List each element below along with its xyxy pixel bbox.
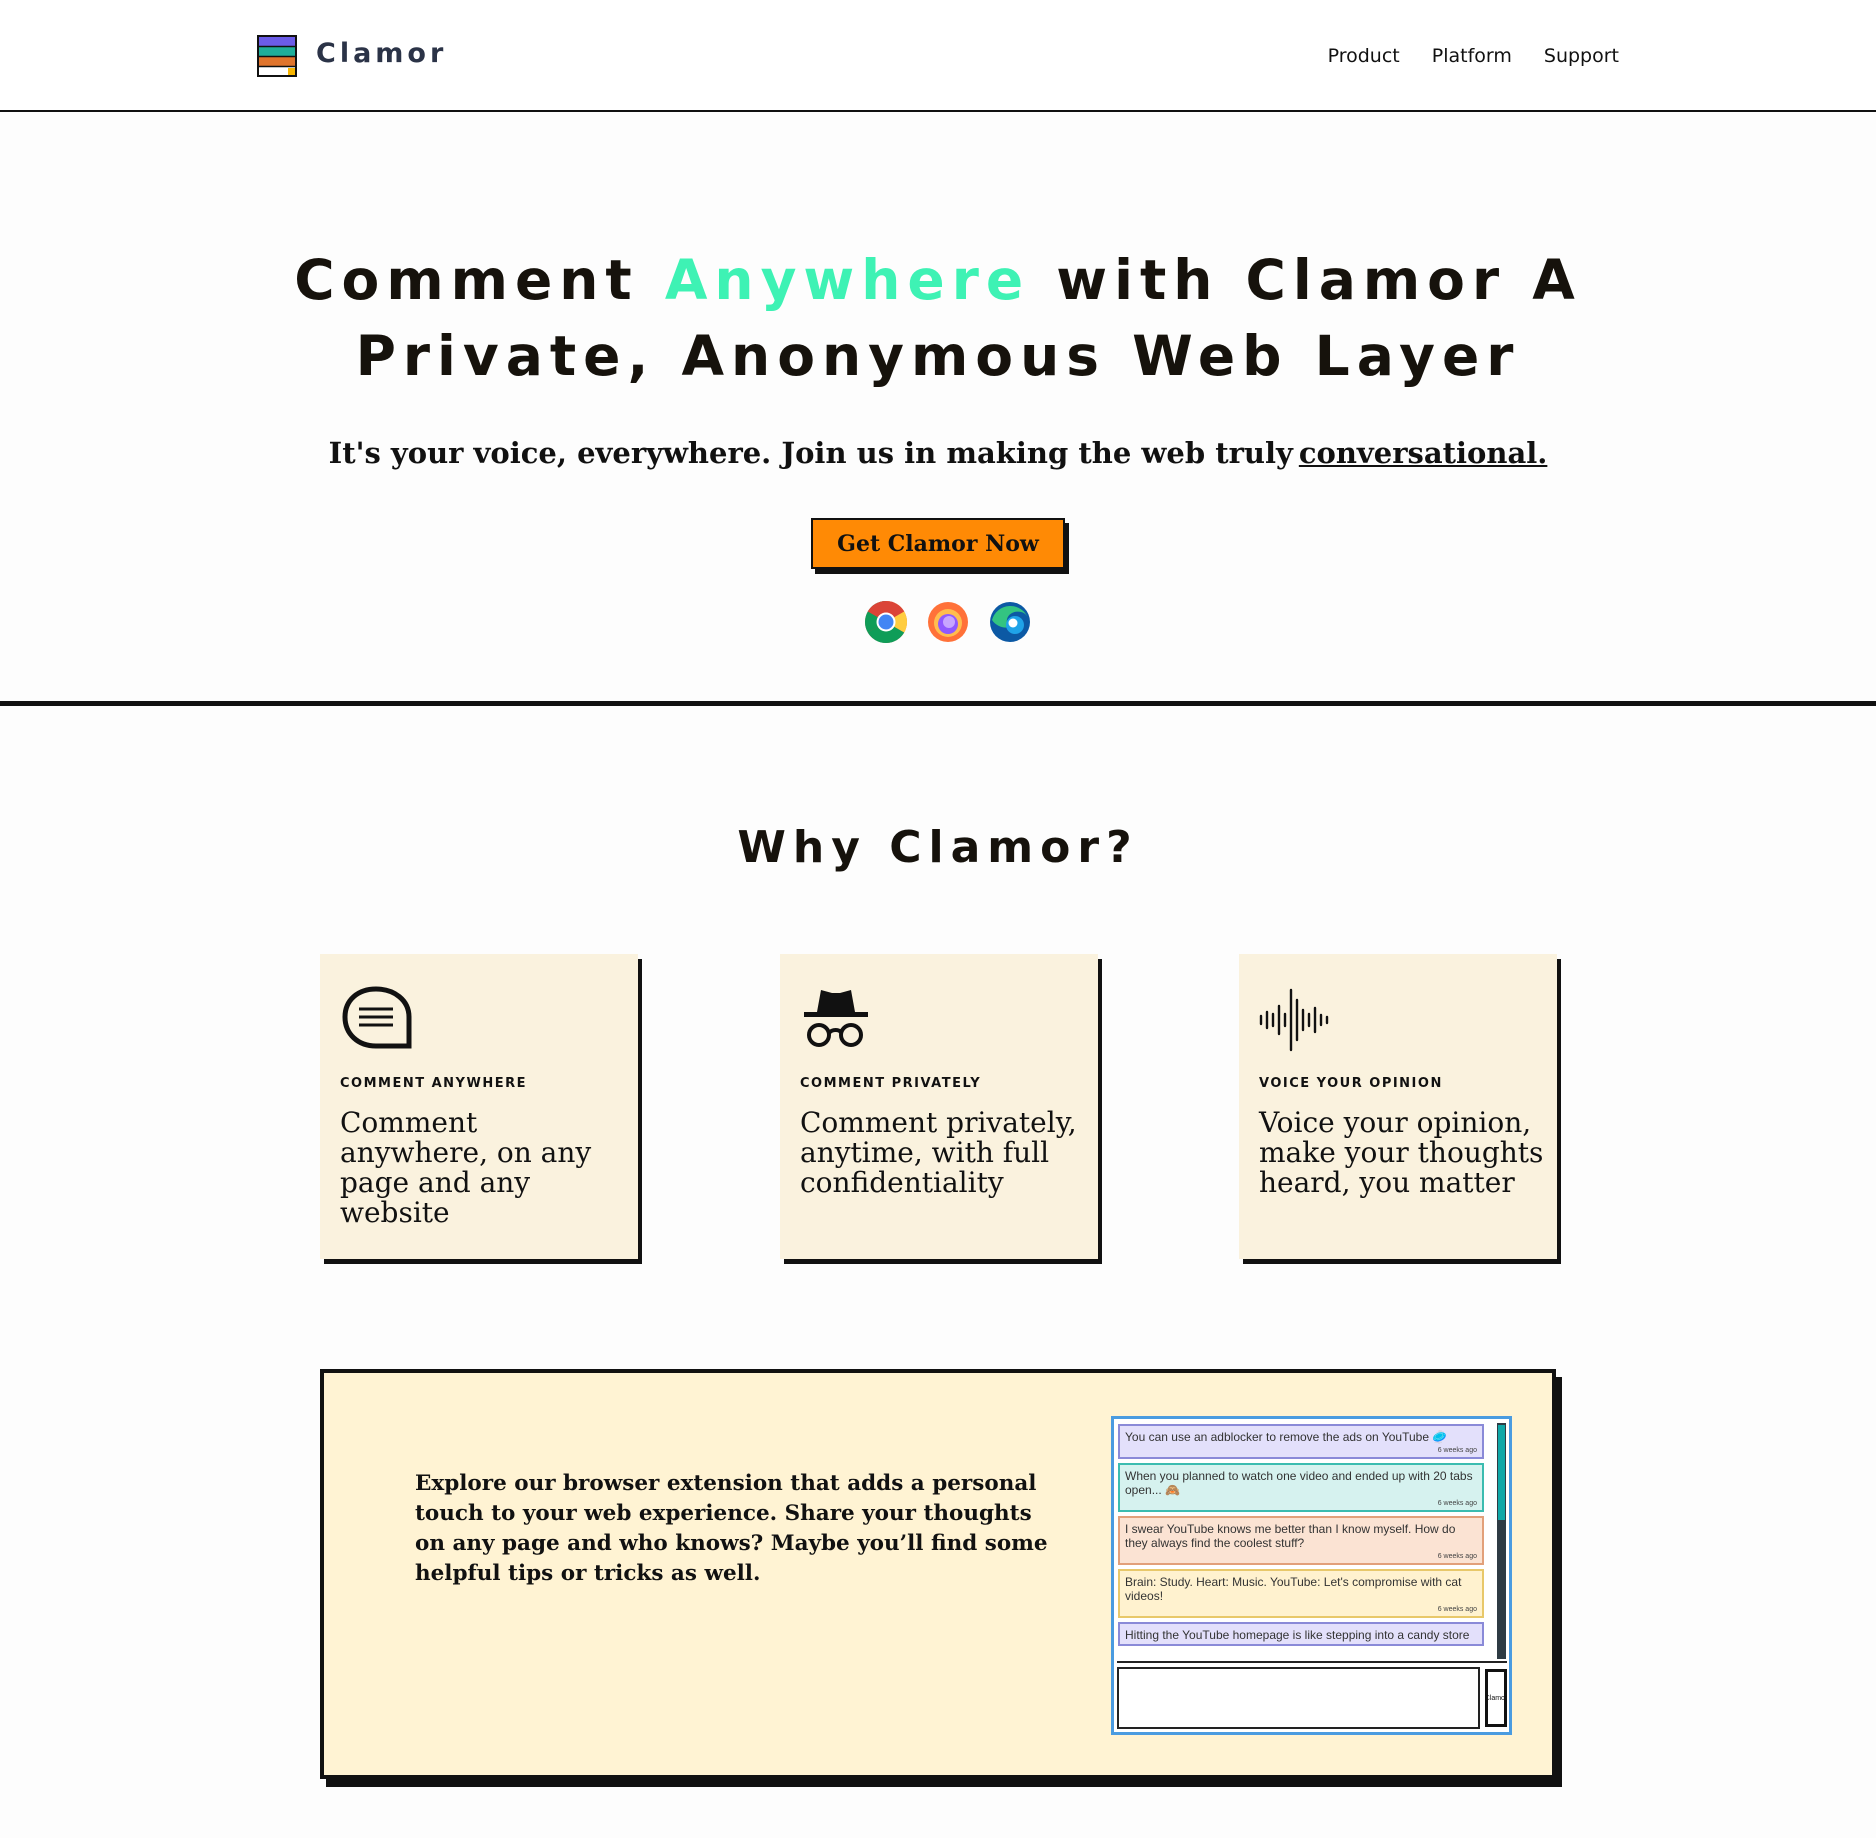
comment-input[interactable]: [1117, 1667, 1480, 1729]
brand-name[interactable]: Clamor: [316, 38, 447, 69]
hero-title: Comment Anywhere with Clamor A Private, …: [238, 242, 1638, 394]
soundwave-icon: [1259, 988, 1329, 1052]
explore-description: Explore our browser extension that adds …: [415, 1471, 1048, 1586]
hero-subtitle: It's your voice, everywhere. Join us in …: [238, 436, 1638, 470]
explore-panel: Explore our browser extension that adds …: [320, 1369, 1556, 1779]
feature-card-voice: VOICE YOUR OPINION Voice your opinion, m…: [1239, 954, 1557, 1259]
comment-timestamp: 6 weeks ago: [1437, 1500, 1477, 1507]
feature-label: COMMENT ANYWHERE: [340, 1076, 527, 1091]
nav-support[interactable]: Support: [1544, 45, 1619, 67]
why-title: Why Clamor?: [737, 822, 1139, 873]
comment-text: Brain: Study. Heart: Music. YouTube: Let…: [1125, 1575, 1462, 1603]
hero-subtitle-link[interactable]: conversational.: [1299, 436, 1548, 470]
get-clamor-button[interactable]: Get Clamor Now: [811, 518, 1065, 569]
site-header: Clamor Product Platform Support: [0, 0, 1876, 112]
feature-card-privately: COMMENT PRIVATELY Comment privately, any…: [780, 954, 1098, 1259]
feature-label: VOICE YOUR OPINION: [1259, 1076, 1443, 1091]
extension-preview: You can use an adblocker to remove the a…: [1111, 1416, 1512, 1735]
comment-text: Hitting the YouTube homepage is like ste…: [1125, 1628, 1470, 1642]
section-divider: [0, 701, 1876, 706]
comment-item[interactable]: Brain: Study. Heart: Music. YouTube: Let…: [1118, 1569, 1484, 1618]
nav-platform[interactable]: Platform: [1432, 45, 1512, 67]
comment-item[interactable]: Hitting the YouTube homepage is like ste…: [1118, 1622, 1484, 1646]
feature-label: COMMENT PRIVATELY: [800, 1076, 982, 1091]
hero-title-accent: Anywhere: [664, 248, 1031, 312]
incognito-icon: [804, 990, 868, 1047]
feature-description: Comment anywhere, on any page and any we…: [340, 1106, 592, 1229]
firefox-icon[interactable]: [926, 600, 970, 644]
clamor-logo-icon[interactable]: [257, 35, 297, 77]
comment-item[interactable]: You can use an adblocker to remove the a…: [1118, 1424, 1484, 1459]
scrollbar-thumb[interactable]: [1498, 1425, 1505, 1520]
hero-title-part1: Comment: [294, 248, 665, 312]
hero-subtitle-text: It's your voice, everywhere. Join us in …: [328, 436, 1293, 470]
feature-description: Voice your opinion, make your thoughts h…: [1259, 1106, 1544, 1199]
chat-bubble-icon: [342, 986, 412, 1049]
comment-timestamp: 6 weeks ago: [1437, 1447, 1477, 1454]
comment-text: You can use an adblocker to remove the a…: [1125, 1430, 1448, 1444]
preview-divider: [1117, 1661, 1507, 1663]
comment-scrollbar[interactable]: [1497, 1423, 1506, 1659]
send-comment-button[interactable]: Clamor: [1485, 1669, 1507, 1727]
feature-card-anywhere: COMMENT ANYWHERE Comment anywhere, on an…: [320, 954, 638, 1259]
feature-description: Comment privately, anytime, with full co…: [800, 1106, 1077, 1199]
comment-timestamp: 6 weeks ago: [1437, 1553, 1477, 1560]
comment-timestamp: 6 weeks ago: [1437, 1606, 1477, 1613]
chrome-icon[interactable]: [864, 600, 908, 644]
nav-product[interactable]: Product: [1328, 45, 1400, 67]
comment-text: When you planned to watch one video and …: [1125, 1469, 1473, 1497]
comment-item[interactable]: When you planned to watch one video and …: [1118, 1463, 1484, 1512]
main-nav: Product Platform Support: [1328, 45, 1619, 67]
comment-item[interactable]: I swear YouTube knows me better than I k…: [1118, 1516, 1484, 1565]
browser-list: [864, 600, 1032, 644]
comment-text: I swear YouTube knows me better than I k…: [1125, 1522, 1456, 1550]
comment-list[interactable]: You can use an adblocker to remove the a…: [1116, 1421, 1493, 1661]
edge-icon[interactable]: [988, 600, 1032, 644]
